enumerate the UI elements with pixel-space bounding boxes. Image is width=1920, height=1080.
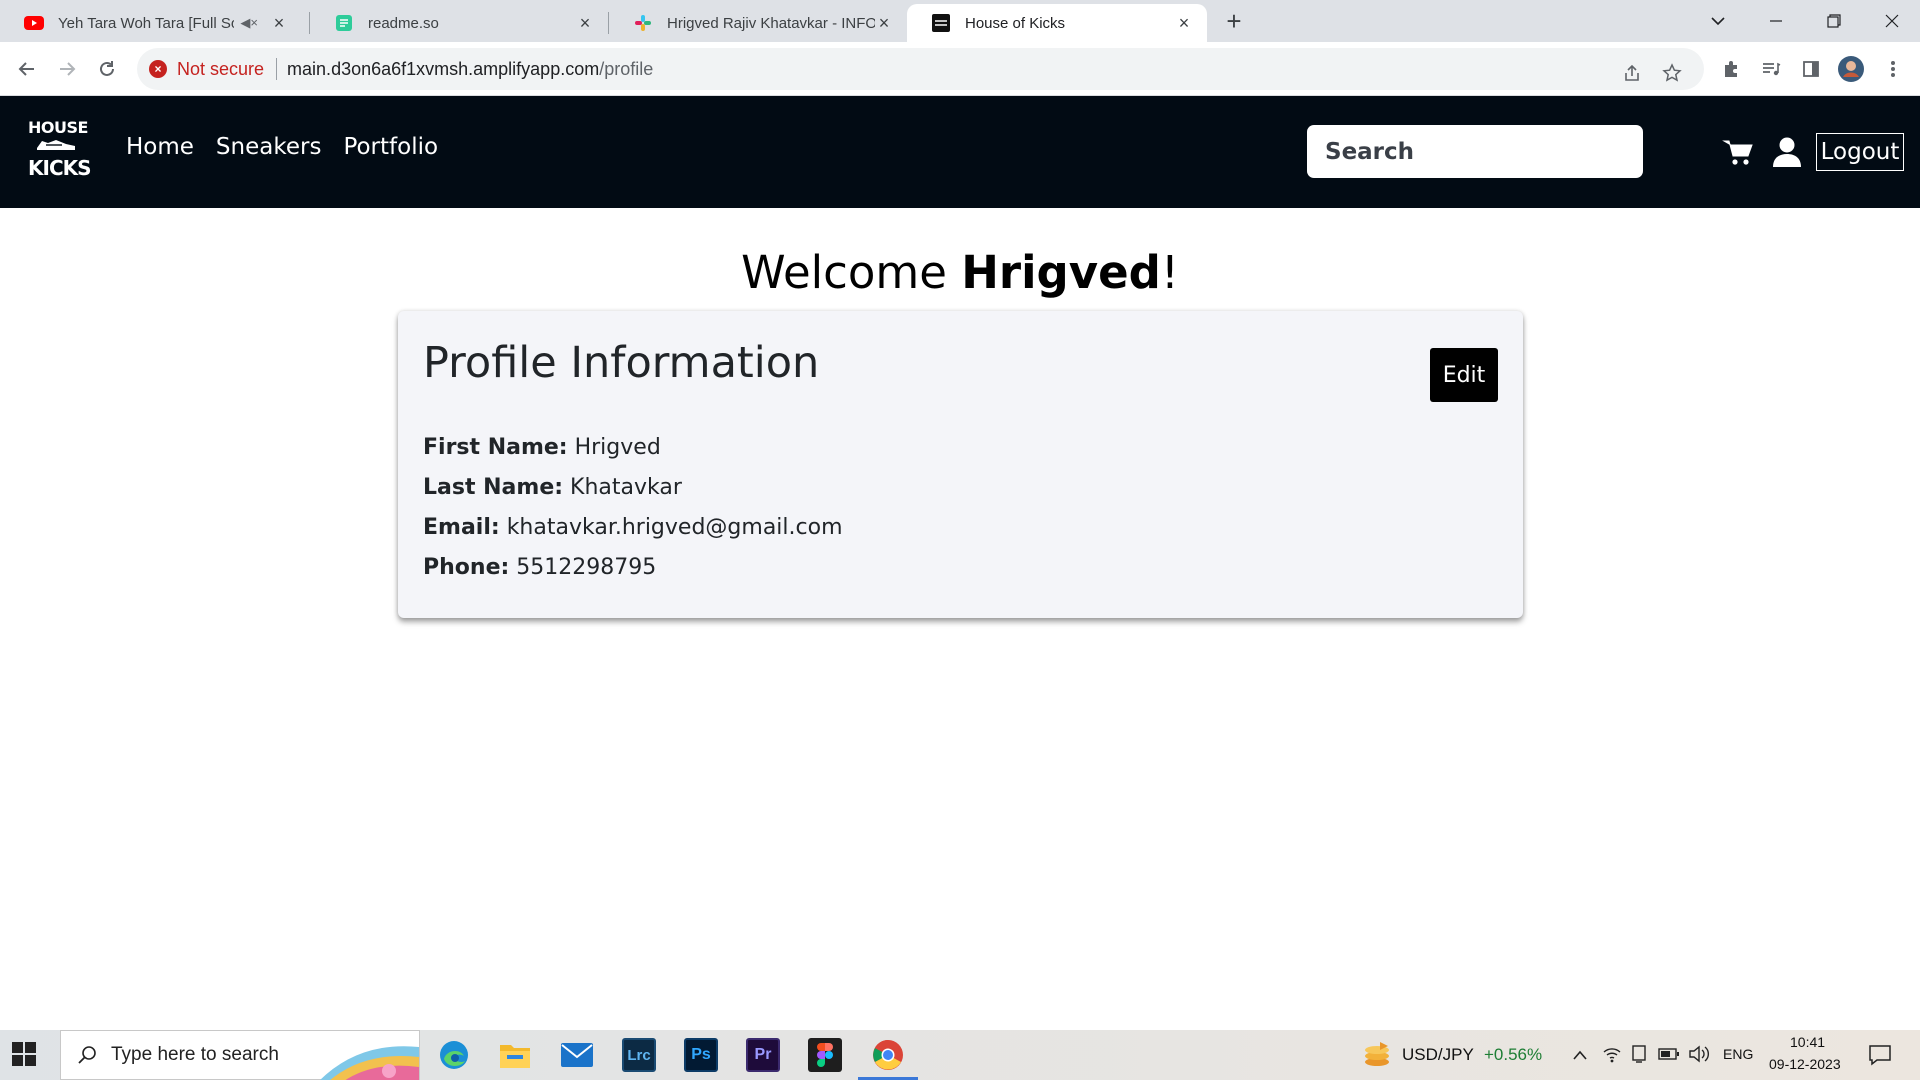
tab-search-chevron-icon[interactable] [1690,0,1746,42]
welcome-heading: Welcome Hrigved! [0,246,1920,299]
tab-title: readme.so [368,14,439,32]
ticker-symbol[interactable]: USD/JPY [1402,1045,1474,1065]
device-icon[interactable] [1630,1044,1648,1069]
chrome-icon[interactable] [871,1038,905,1072]
lightroom-classic-icon[interactable]: Lrc [622,1038,656,1072]
side-panel-icon[interactable] [1796,54,1826,84]
clock-date[interactable]: 09-12-2023 [1769,1056,1841,1072]
user-icon[interactable] [1772,136,1804,168]
logo-text-top: HOUSE [28,118,88,137]
nav-sneakers[interactable]: Sneakers [216,134,322,160]
figma-icon[interactable] [808,1038,842,1072]
windows-taskbar: Type here to search Lrc Ps Pr USD/JPY +0… [0,1030,1920,1080]
premiere-pro-icon[interactable]: Pr [746,1038,780,1072]
site-navbar: HOUSE KICKS Home Sneakers Portfolio Logo… [0,96,1920,208]
mail-icon[interactable] [560,1038,594,1072]
wifi-icon[interactable] [1602,1044,1622,1069]
first-name-label: First Name: [423,435,568,460]
tab-title: House of Kicks [965,14,1066,32]
edge-icon[interactable] [437,1038,471,1072]
search-highlight-art [320,1046,419,1080]
photoshop-icon[interactable]: Ps [684,1038,718,1072]
bookmark-star-icon[interactable] [1657,58,1687,88]
forward-icon[interactable] [52,54,82,84]
phone-value: 5512298795 [516,555,657,580]
welcome-suffix: ! [1160,246,1179,299]
phone-row: Phone: 5512298795 [423,555,656,580]
share-icon[interactable] [1617,58,1647,88]
email-label: Email: [423,515,500,540]
close-icon[interactable]: × [1175,14,1193,32]
house-of-kicks-logo[interactable]: HOUSE KICKS [28,118,92,184]
browser-tab-strip: Yeh Tara Woh Tara [Full Song ◀× × readme… [0,0,1920,42]
show-hidden-icons-chevron-icon[interactable] [1572,1048,1588,1066]
welcome-prefix: Welcome [741,246,962,299]
profile-card-title: Profile Information [423,338,820,388]
tab-house-of-kicks[interactable]: House of Kicks × [907,4,1207,42]
logo-text-bottom: KICKS [28,156,92,180]
close-icon[interactable]: × [576,14,594,32]
currency-ticker-icon[interactable] [1362,1040,1392,1073]
language-indicator[interactable]: ENG [1723,1046,1753,1062]
edit-profile-button[interactable]: Edit [1430,348,1498,402]
notifications-icon[interactable] [1868,1044,1892,1071]
new-tab-button[interactable]: + [1220,8,1248,36]
url-path: /profile [599,58,654,79]
address-separator [276,58,278,80]
slack-icon [633,13,653,33]
browser-toolbar: × Not secure main.d3on6a6f1xvmsh.amplify… [0,42,1920,96]
tab-youtube[interactable]: Yeh Tara Woh Tara [Full Song ◀× × [0,4,302,42]
house-of-kicks-favicon [931,13,951,33]
email-row: Email: khatavkar.hrigved@gmail.com [423,515,843,540]
speaker-muted-icon[interactable]: ◀× [240,15,258,31]
youtube-icon [24,13,44,33]
address-bar[interactable]: × Not secure main.d3on6a6f1xvmsh.amplify… [137,48,1704,90]
extensions-puzzle-icon[interactable] [1716,54,1746,84]
url-host: main.d3on6a6f1xvmsh.amplifyapp.com [287,58,600,79]
welcome-username: Hrigved [961,246,1161,299]
profile-card: Profile Information Edit First Name: Hri… [398,311,1523,618]
tab-title: Yeh Tara Woh Tara [Full Song [58,14,234,32]
search-icon [77,1045,97,1065]
first-name-value: Hrigved [574,435,661,460]
last-name-value: Khatavkar [570,475,682,500]
minimize-icon[interactable] [1748,0,1804,42]
search-input[interactable] [1307,125,1643,178]
close-window-icon[interactable] [1864,0,1920,42]
nav-home[interactable]: Home [126,134,194,160]
file-explorer-icon[interactable] [498,1038,532,1072]
windows-start-icon[interactable] [12,1042,38,1068]
reload-icon[interactable] [92,54,122,84]
security-label[interactable]: Not secure [177,59,264,80]
close-icon[interactable]: × [270,14,288,32]
clock-time[interactable]: 10:41 [1790,1034,1825,1050]
sneaker-icon [37,140,75,150]
phone-label: Phone: [423,555,510,580]
last-name-row: Last Name: Khatavkar [423,475,682,500]
back-icon[interactable] [12,54,42,84]
restore-icon[interactable] [1806,0,1862,42]
not-secure-icon[interactable]: × [149,60,167,78]
close-icon[interactable]: × [875,14,893,32]
main-nav: Home Sneakers Portfolio [126,134,438,160]
email-value: khatavkar.hrigved@gmail.com [506,515,843,540]
tab-title: Hrigved Rajiv Khatavkar - INFO6 [667,14,875,32]
chrome-menu-icon[interactable] [1878,54,1908,84]
first-name-row: First Name: Hrigved [423,435,661,460]
cart-icon[interactable] [1722,136,1754,168]
media-playlist-icon[interactable] [1756,54,1786,84]
battery-icon[interactable] [1658,1047,1680,1066]
nav-portfolio[interactable]: Portfolio [343,134,438,160]
profile-avatar[interactable] [1836,54,1866,84]
readme-icon [334,13,354,33]
last-name-label: Last Name: [423,475,564,500]
tab-slack[interactable]: Hrigved Rajiv Khatavkar - INFO6 × [609,4,907,42]
ticker-change: +0.56% [1484,1045,1543,1064]
volume-icon[interactable] [1688,1044,1710,1069]
logout-button[interactable]: Logout [1816,133,1904,171]
taskbar-search-box[interactable]: Type here to search [60,1030,420,1080]
taskbar-search-placeholder: Type here to search [111,1044,279,1065]
tab-readme[interactable]: readme.so × [310,4,608,42]
